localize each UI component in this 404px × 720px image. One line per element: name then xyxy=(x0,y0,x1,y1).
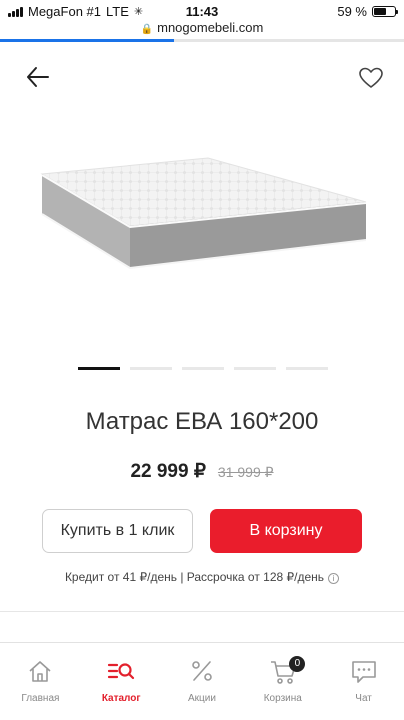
url-text: mnogomebeli.com xyxy=(157,20,264,35)
nav-label-home: Главная xyxy=(21,693,60,704)
home-icon xyxy=(29,661,51,682)
catalog-icon xyxy=(108,663,135,680)
nav-label-cart: Корзина xyxy=(263,693,302,704)
credit-text: Кредит от 41 ₽/день | Рассрочка от 128 ₽… xyxy=(64,570,325,584)
nav-item-catalog[interactable]: Каталог xyxy=(81,643,162,720)
gallery-dot[interactable] xyxy=(130,367,172,370)
heart-icon xyxy=(359,67,383,88)
old-price: 31 999 ₽ xyxy=(217,464,274,480)
nav-item-promos[interactable]: Акции xyxy=(162,643,243,720)
battery-percent: 59 % xyxy=(337,4,367,19)
back-button[interactable] xyxy=(24,64,52,90)
info-icon[interactable]: i xyxy=(328,573,340,584)
credit-info: Кредит от 41 ₽/день | Рассрочка от 128 ₽… xyxy=(0,570,404,584)
gallery-dot[interactable] xyxy=(182,367,224,370)
buy-one-click-button[interactable]: Купить в 1 клик xyxy=(42,509,193,553)
nav-label-chat: Чат xyxy=(355,693,372,704)
lock-icon: 🔒 xyxy=(140,24,154,35)
nav-label-promos: Акции xyxy=(188,693,216,704)
nav-item-cart[interactable]: 0 Корзина xyxy=(242,643,323,720)
battery-icon xyxy=(372,6,398,17)
mattress-image xyxy=(40,157,367,270)
percent-icon xyxy=(192,661,212,681)
address-bar[interactable]: 🔒 mnogomebeli.com xyxy=(0,20,404,38)
gallery-dot[interactable] xyxy=(234,367,276,370)
gallery-pager xyxy=(78,367,328,370)
arrow-left-icon xyxy=(27,67,49,87)
gallery-dot[interactable] xyxy=(286,367,328,370)
status-right: 59 % xyxy=(337,4,398,19)
nav-item-home[interactable]: Главная xyxy=(0,643,81,720)
nav-item-chat[interactable]: Чат xyxy=(323,643,404,720)
chat-icon xyxy=(351,661,376,683)
current-price: 22 999 ₽ xyxy=(130,461,206,482)
divider xyxy=(0,611,404,612)
favorite-button[interactable] xyxy=(358,66,384,90)
add-to-cart-button[interactable]: В корзину xyxy=(210,509,362,553)
bottom-nav: Главная Каталог Акции 0 Корзина Чат xyxy=(0,642,404,720)
product-title: Матрас ЕВА 160*200 xyxy=(85,408,319,435)
nav-label-catalog: Каталог xyxy=(101,693,141,704)
gallery-dot[interactable] xyxy=(78,367,120,370)
page-load-progress xyxy=(0,39,404,42)
product-image[interactable] xyxy=(36,150,370,280)
cart-count-badge: 0 xyxy=(289,656,306,672)
price-block: 22 999 ₽ 31 999 ₽ xyxy=(0,460,404,483)
